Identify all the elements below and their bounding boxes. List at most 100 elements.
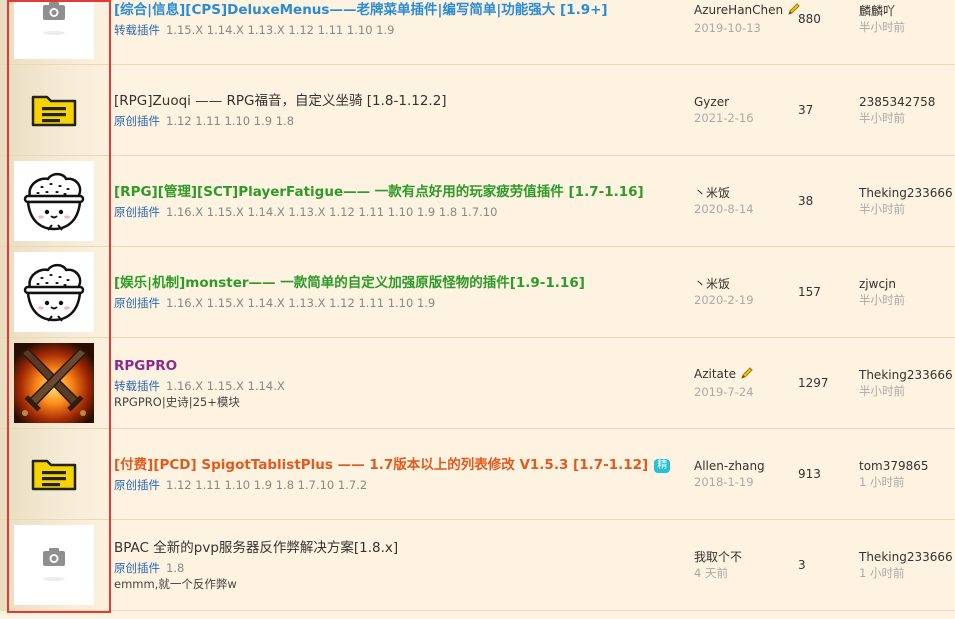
- thread-author-cell: AzureHanChen 2019-10-13: [694, 0, 800, 64]
- thread-title-text[interactable]: [付费][PCD] SpigotTablistPlus —— 1.7版本以上的列…: [114, 457, 648, 473]
- thread-category-tag[interactable]: 原创插件: [114, 114, 160, 128]
- pencil-icon: [740, 366, 754, 384]
- thread-thumbnail[interactable]: [14, 252, 94, 332]
- author-name[interactable]: 丶米饭: [694, 186, 730, 200]
- last-poster-name[interactable]: zjwcjn: [859, 276, 955, 292]
- author-name[interactable]: Azitate: [694, 367, 736, 381]
- author-name[interactable]: 丶米饭: [694, 277, 730, 291]
- thread-author-cell: 丶米饭 2020-8-14: [694, 156, 794, 246]
- thumbnail-cell: [0, 429, 111, 519]
- last-post-cell: 2385342758 半小时前: [859, 65, 955, 155]
- thread-versions: 1.15.X 1.14.X 1.13.X 1.12 1.11 1.10 1.9: [166, 22, 395, 37]
- last-post-cell: tom379865 1 小时前: [859, 429, 955, 519]
- thread-versions: 1.12 1.11 1.10 1.9 1.8: [166, 113, 295, 128]
- thread-thumbnail[interactable]: [14, 161, 94, 241]
- post-date: 2021-2-16: [694, 111, 754, 125]
- last-poster-name[interactable]: Theking233666: [859, 185, 955, 201]
- thread-title-text[interactable]: [RPG]Zuoqi —— RPG福音，自定义坐骑 [1.8-1.12.2]: [114, 93, 447, 109]
- last-post-time: 半小时前: [859, 384, 905, 398]
- thread-category-tag[interactable]: 原创插件: [114, 561, 160, 575]
- thread-category-tag[interactable]: 原创插件: [114, 296, 160, 310]
- thread-author-cell: Azitate 2019-7-24: [694, 338, 794, 428]
- thread-title-text[interactable]: [综合|信息][CPS]DeluxeMenus——老牌菜单插件|编写简单|功能强…: [114, 2, 608, 18]
- post-date: 2020-2-19: [694, 293, 754, 307]
- thread-main: [RPG][管理][SCT]PlayerFatigue—— 一款有点好用的玩家疲…: [114, 156, 684, 246]
- thread-versions: 1.8: [166, 560, 185, 575]
- thread-thumbnail[interactable]: [14, 0, 94, 59]
- thread-meta: 原创插件 1.12 1.11 1.10 1.9 1.8: [114, 113, 684, 129]
- rice-bowl-icon: [23, 172, 85, 231]
- thumbnail-cell: [0, 520, 111, 610]
- author-name[interactable]: AzureHanChen: [694, 3, 783, 17]
- last-post-time: 1 小时前: [859, 475, 905, 489]
- thread-title-text[interactable]: [娱乐|机制]monster—— 一款简单的自定义加强原版怪物的插件[1.9-1…: [114, 275, 585, 291]
- author-name[interactable]: Gyzer: [694, 95, 729, 109]
- thumbnail-cell: [0, 65, 111, 155]
- thread-row-3: [RPG][管理][SCT]PlayerFatigue—— 一款有点好用的玩家疲…: [0, 156, 955, 247]
- camera-icon: [43, 2, 65, 35]
- last-poster-name[interactable]: 2385342758: [859, 94, 955, 110]
- crossed-swords-icon: [14, 343, 94, 423]
- thread-meta: 转载插件 1.15.X 1.14.X 1.13.X 1.12 1.11 1.10 …: [114, 22, 684, 38]
- thread-title-text[interactable]: RPGPRO: [114, 358, 177, 374]
- thread-title-text[interactable]: [RPG][管理][SCT]PlayerFatigue—— 一款有点好用的玩家疲…: [114, 184, 644, 200]
- thread-description: emmm,就一个反作弊w: [114, 576, 237, 591]
- reply-count: 157: [798, 285, 821, 299]
- last-post-time: 半小时前: [859, 20, 905, 34]
- thread-main: BPAC 全新的pvp服务器反作弊解决方案[1.8.x] 原创插件 1.8 emm…: [114, 520, 684, 610]
- reply-count: 913: [798, 467, 821, 481]
- thread-author-cell: 丶米饭 2020-2-19: [694, 247, 794, 337]
- thread-category-tag[interactable]: 原创插件: [114, 478, 160, 492]
- post-date: 2019-7-24: [694, 385, 754, 399]
- thread-category-tag[interactable]: 转载插件: [114, 379, 160, 393]
- author-name[interactable]: Allen-zhang: [694, 459, 765, 473]
- folder-icon: [31, 95, 77, 127]
- thread-thumbnail[interactable]: [14, 70, 94, 150]
- last-post-cell: 麟麟吖 半小时前: [859, 0, 955, 64]
- thread-category-tag[interactable]: 原创插件: [114, 205, 160, 219]
- last-post-time: 1 小时前: [859, 566, 905, 580]
- rice-bowl-icon: [23, 263, 85, 322]
- thread-main: RPGPRO 转载插件 1.16.X 1.15.X 1.14.X RPGPRO|史…: [114, 338, 684, 428]
- thread-title[interactable]: [综合|信息][CPS]DeluxeMenus——老牌菜单插件|编写简单|功能强…: [114, 1, 684, 20]
- thread-thumbnail[interactable]: [14, 434, 94, 514]
- last-post-time: 半小时前: [859, 111, 905, 125]
- thread-row-6: [付费][PCD] SpigotTablistPlus —— 1.7版本以上的列…: [0, 429, 955, 520]
- thumbnail-cell: [0, 0, 111, 64]
- thread-title[interactable]: [RPG]Zuoqi —— RPG福音，自定义坐骑 [1.8-1.12.2]: [114, 92, 684, 111]
- reply-count: 880: [798, 12, 821, 26]
- thread-main: [付费][PCD] SpigotTablistPlus —— 1.7版本以上的列…: [114, 429, 684, 519]
- last-poster-name[interactable]: Theking233666: [859, 549, 955, 565]
- thread-category-tag[interactable]: 转载插件: [114, 23, 160, 37]
- thread-author-cell: Allen-zhang 2018-1-19: [694, 429, 794, 519]
- thread-thumbnail[interactable]: [14, 343, 94, 423]
- thread-row-2: [RPG]Zuoqi —— RPG福音，自定义坐骑 [1.8-1.12.2] 原…: [0, 65, 955, 156]
- thumbnail-cell: [0, 338, 111, 428]
- last-poster-name[interactable]: 麟麟吖: [859, 3, 955, 19]
- reply-count: 3: [798, 558, 806, 572]
- last-poster-name[interactable]: Theking233666: [859, 367, 955, 383]
- thumbnail-cell: [0, 247, 111, 337]
- author-name[interactable]: 我取个不: [694, 550, 742, 564]
- last-post-cell: Theking233666 1 小时前: [859, 520, 955, 610]
- reply-count: 37: [798, 103, 814, 117]
- thread-versions: 1.12 1.11 1.10 1.9 1.8 1.7.10 1.7.2: [166, 477, 368, 492]
- last-post-time: 半小时前: [859, 202, 905, 216]
- thread-title[interactable]: [RPG][管理][SCT]PlayerFatigue—— 一款有点好用的玩家疲…: [114, 183, 684, 202]
- folder-icon: [31, 459, 77, 491]
- reply-count: 1297: [798, 376, 829, 390]
- thread-author-cell: Gyzer 2021-2-16: [694, 65, 794, 155]
- thumbnail-cell: [0, 156, 111, 246]
- thread-thumbnail[interactable]: [14, 525, 94, 605]
- thread-title[interactable]: [娱乐|机制]monster—— 一款简单的自定义加强原版怪物的插件[1.9-1…: [114, 274, 684, 293]
- last-post-time: 半小时前: [859, 293, 905, 307]
- thread-title[interactable]: [付费][PCD] SpigotTablistPlus —— 1.7版本以上的列…: [114, 456, 684, 475]
- thread-versions: 1.16.X 1.15.X 1.14.X 1.13.X 1.12 1.11 1.…: [166, 204, 498, 219]
- thread-title-text[interactable]: BPAC 全新的pvp服务器反作弊解决方案[1.8.x]: [114, 540, 398, 556]
- thread-title[interactable]: BPAC 全新的pvp服务器反作弊解决方案[1.8.x]: [114, 539, 684, 558]
- thread-row-4: [娱乐|机制]monster—— 一款简单的自定义加强原版怪物的插件[1.9-1…: [0, 247, 955, 338]
- thread-title[interactable]: RPGPRO: [114, 357, 684, 376]
- last-poster-name[interactable]: tom379865: [859, 458, 955, 474]
- last-post-cell: Theking233666 半小时前: [859, 156, 955, 246]
- thread-meta: 原创插件 1.16.X 1.15.X 1.14.X 1.13.X 1.12 1.1…: [114, 204, 684, 220]
